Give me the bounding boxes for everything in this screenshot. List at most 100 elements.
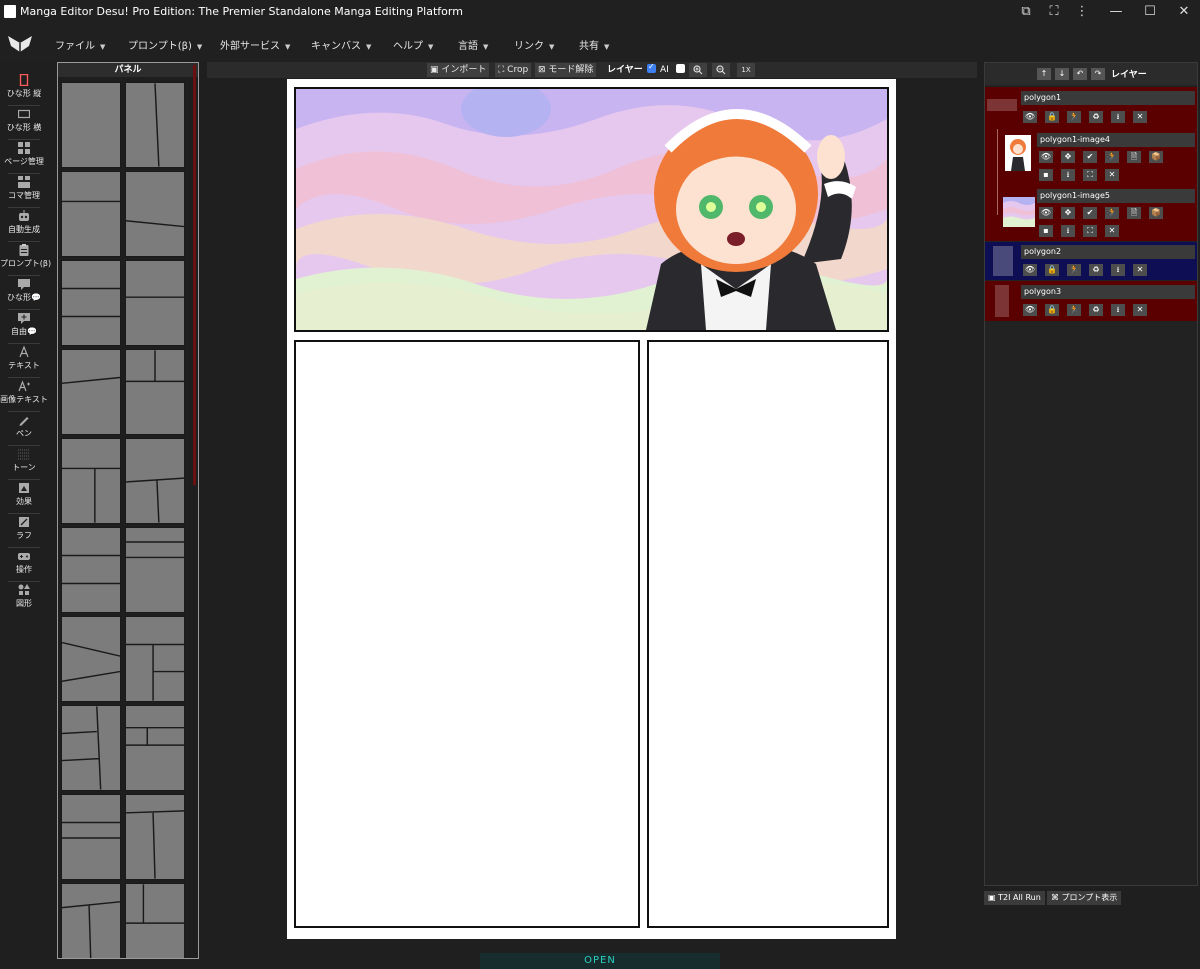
tool-prompt[interactable]: プロンプト(β) [0,242,51,275]
panel-frame-1[interactable] [294,87,889,332]
move-down-button[interactable]: ↓ [1055,68,1069,80]
panel-template[interactable] [125,171,185,257]
check-icon[interactable]: ✔ [1083,151,1097,163]
panel-template[interactable] [61,82,121,168]
recycle-icon[interactable]: ♻ [1089,264,1103,276]
package-icon[interactable]: 📦 [1149,151,1163,163]
run-icon[interactable]: 🏃 [1067,304,1081,316]
visibility-icon[interactable]: 👁 [1023,264,1037,276]
visibility-icon[interactable]: 👁 [1039,207,1053,219]
move-icon[interactable]: ✥ [1061,207,1075,219]
tool-image-text[interactable]: 画像テキスト [0,378,48,411]
recycle-icon[interactable]: ♻ [1089,111,1103,123]
panel-template[interactable] [61,349,121,435]
menu-help[interactable]: ヘルプ ▼ [393,37,433,52]
fit-icon[interactable]: ⛶ [1083,225,1097,237]
crop-button[interactable]: ⛶ Crop [495,63,532,77]
recycle-icon[interactable]: ♻ [1089,304,1103,316]
tool-page-management[interactable]: ページ管理 [0,140,48,173]
move-up-button[interactable]: ↑ [1037,68,1051,80]
layer-polygon1[interactable]: polygon1 👁 🔒 🏃 ♻ ⭳ ✕ [985,87,1197,129]
check-icon[interactable]: ✔ [1083,207,1097,219]
panel-template[interactable] [125,794,185,880]
open-button[interactable]: OPEN [480,953,720,969]
download-icon[interactable]: ⭳ [1061,225,1075,237]
download-icon[interactable]: ⭳ [1111,111,1125,123]
menu-language[interactable]: 言語 ▼ [458,37,488,52]
move-icon[interactable]: ✥ [1061,151,1075,163]
panel-frame-2[interactable] [294,340,640,928]
panel-template[interactable] [61,171,121,257]
panel-template[interactable] [125,349,185,435]
mode-release-button[interactable]: ⊠ モード解除 [535,63,597,77]
tool-rough[interactable]: ラフ [0,514,48,547]
fit-icon[interactable]: ⛶ [1083,169,1097,181]
panel-frame-3[interactable] [647,340,889,928]
delete-icon[interactable]: ✕ [1133,264,1147,276]
delete-icon[interactable]: ✕ [1105,169,1119,181]
layer-name[interactable]: polygon2 [1021,245,1195,259]
extensions-icon[interactable]: ⛶ [1044,3,1064,21]
tool-tone[interactable]: トーン [0,446,48,479]
t2i-all-run-button[interactable]: ▣ T2I All Run [984,891,1045,905]
lock-icon[interactable]: 🔒 [1045,304,1059,316]
visibility-icon[interactable]: 👁 [1023,111,1037,123]
tool-text[interactable]: テキスト [0,344,48,377]
panel-templates-scrollbar[interactable] [193,65,196,485]
menu-file[interactable]: ファイル ▼ [55,37,105,52]
panel-template[interactable] [125,527,185,613]
tool-pen[interactable]: ペン [0,412,48,445]
panel-template[interactable] [61,527,121,613]
menu-links[interactable]: リンク ▼ [514,37,554,52]
show-prompt-button[interactable]: ⌘ プロンプト表示 [1047,891,1122,905]
visibility-icon[interactable]: 👁 [1023,304,1037,316]
menu-prompt[interactable]: プロンプト(β) ▼ [128,37,202,52]
zoom-out-button[interactable] [712,63,730,77]
tool-auto-generate[interactable]: 自動生成 [0,208,48,241]
minimize-button[interactable]: — [1106,3,1126,21]
zoom-in-button[interactable] [689,63,707,77]
tool-free-bubble[interactable]: 自由💬 [0,310,48,343]
download-icon[interactable]: ⭳ [1111,304,1125,316]
document-icon[interactable]: 🗎 [1127,151,1141,163]
panel-template[interactable] [61,883,121,958]
tool-portrait-template[interactable]: ひな形 縦 [0,72,48,105]
translate-icon[interactable]: ⧉ [1016,3,1036,21]
package-icon[interactable]: 📦 [1149,207,1163,219]
layer-polygon2[interactable]: polygon2 👁 🔒 🏃 ♻ ⭳ ✕ [985,242,1197,280]
panel-template[interactable] [61,794,121,880]
panel-template[interactable] [61,705,121,791]
manga-page[interactable] [287,79,896,939]
panel-template[interactable] [61,438,121,524]
panel-template[interactable] [125,883,185,958]
download-icon[interactable]: ⭳ [1061,169,1075,181]
close-button[interactable]: ✕ [1174,3,1194,21]
extra-checkbox[interactable] [676,64,685,73]
layer-name[interactable]: polygon3 [1021,285,1195,299]
layer-polygon3[interactable]: polygon3 👁 🔒 🏃 ♻ ⭳ ✕ [985,281,1197,321]
undo-button[interactable]: ↶ [1073,68,1087,80]
layer-polygon1-image4[interactable]: polygon1-image4 👁 ✥ ✔ 🏃 🗎 📦 ▪ ⭳ ⛶ ✕ [985,129,1197,185]
panel-template[interactable] [125,260,185,346]
menu-external-services[interactable]: 外部サービス ▼ [220,37,290,52]
panel-template[interactable] [61,260,121,346]
layer-polygon1-image5[interactable]: polygon1-image5 👁 ✥ ✔ 🏃 🗎 📦 ▪ ⭳ ⛶ ✕ [985,185,1197,241]
layer-name[interactable]: polygon1 [1021,91,1195,105]
tool-template-bubble[interactable]: ひな形💬 [0,276,48,309]
tool-landscape-template[interactable]: ひな形 横 [0,106,48,139]
run-icon[interactable]: 🏃 [1067,111,1081,123]
run-icon[interactable]: 🏃 [1105,207,1119,219]
delete-icon[interactable]: ✕ [1105,225,1119,237]
lock-icon[interactable]: 🔒 [1045,264,1059,276]
tool-shapes[interactable]: 図形 [0,582,48,615]
mask-icon[interactable]: ▪ [1039,169,1053,181]
panel-template[interactable] [61,616,121,702]
panel-template[interactable] [125,705,185,791]
panel-template[interactable] [125,438,185,524]
ai-checkbox[interactable] [647,62,656,73]
mask-icon[interactable]: ▪ [1039,225,1053,237]
download-icon[interactable]: ⭳ [1111,264,1125,276]
delete-icon[interactable]: ✕ [1133,111,1147,123]
layer-name[interactable]: polygon1-image5 [1037,189,1195,203]
tool-operation[interactable]: 操作 [0,548,48,581]
